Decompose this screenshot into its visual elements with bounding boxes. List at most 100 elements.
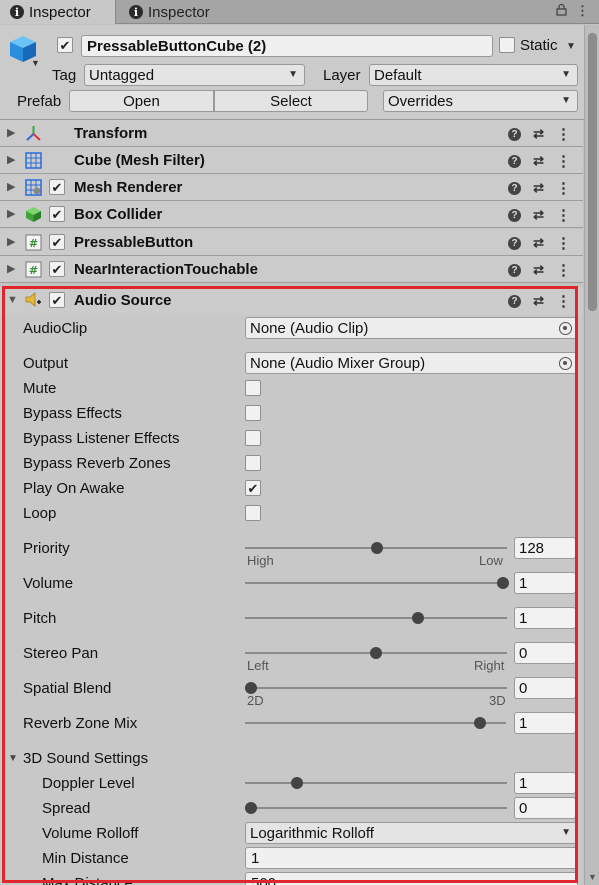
info-icon: i <box>10 5 24 19</box>
lock-icon[interactable] <box>556 3 567 19</box>
spatial-blend-slider[interactable] <box>245 677 507 699</box>
reverb-zone-mix-slider[interactable] <box>245 712 506 734</box>
component-enabled-checkbox[interactable]: ✔ <box>49 179 65 195</box>
component-enabled-checkbox[interactable]: ✔ <box>49 234 65 250</box>
pitch-slider[interactable] <box>245 607 507 629</box>
component-menu-icon[interactable]: ⋮ <box>556 234 571 252</box>
object-picker-icon[interactable] <box>559 357 572 370</box>
foldout-arrow-icon[interactable]: ▶ <box>7 153 15 166</box>
help-icon[interactable]: ? <box>508 294 522 308</box>
tag-label: Tag <box>52 67 77 84</box>
component-menu-icon[interactable]: ⋮ <box>556 179 571 197</box>
volume-slider[interactable] <box>245 572 509 594</box>
spatial-blend-value-field[interactable]: 0 <box>514 677 576 699</box>
static-label: Static <box>520 37 558 54</box>
vertical-scrollbar[interactable]: ▼ <box>584 25 599 885</box>
help-icon[interactable]: ? <box>508 208 522 222</box>
foldout-arrow-icon[interactable]: ▶ <box>7 180 15 193</box>
pitch-value-field[interactable]: 1 <box>514 607 576 629</box>
foldout-arrow-icon[interactable]: ▶ <box>7 126 15 139</box>
reverb-zone-mix-value-field[interactable]: 1 <box>514 712 576 734</box>
help-icon[interactable]: ? <box>508 263 522 277</box>
3d-sound-settings-header[interactable]: 3D Sound Settings <box>23 750 148 767</box>
volume-rolloff-dropdown[interactable]: Logarithmic Rolloff ▼ <box>245 822 578 844</box>
component-box-collider[interactable]: ▶ ✔ Box Collider ? ⇄ ⋮ <box>0 201 583 228</box>
slider-knob[interactable] <box>245 802 257 814</box>
component-enabled-checkbox[interactable]: ✔ <box>49 292 65 308</box>
bypass-effects-checkbox[interactable] <box>245 405 261 421</box>
tab-inspector[interactable]: i Inspector <box>119 0 339 24</box>
component-transform[interactable]: ▶ Transform ? ⇄ ⋮ <box>0 120 583 147</box>
presets-icon[interactable]: ⇄ <box>533 293 544 309</box>
component-menu-icon[interactable]: ⋮ <box>556 206 571 224</box>
bypass-reverb-zones-checkbox[interactable] <box>245 455 261 471</box>
tag-dropdown[interactable]: Untagged ▼ <box>84 64 305 86</box>
spread-value-field[interactable]: 0 <box>514 797 576 819</box>
stereo-pan-slider[interactable] <box>245 642 507 664</box>
component-pressable-button[interactable]: ▶ # ✔ PressableButton ? ⇄ ⋮ <box>0 229 583 256</box>
component-menu-icon[interactable]: ⋮ <box>556 152 571 170</box>
component-audio-source[interactable]: ▼ ✔ Audio Source ? ⇄ ⋮ <box>0 287 583 315</box>
play-on-awake-checkbox[interactable]: ✔ <box>245 480 261 496</box>
stereo-pan-value-field[interactable]: 0 <box>514 642 576 664</box>
spread-slider[interactable] <box>245 797 507 819</box>
help-icon[interactable]: ? <box>508 236 522 250</box>
slider-knob[interactable] <box>473 717 486 729</box>
slider-knob[interactable] <box>497 577 509 589</box>
mute-checkbox[interactable] <box>245 380 261 396</box>
foldout-expanded-icon[interactable]: ▼ <box>7 294 18 306</box>
component-menu-icon[interactable]: ⋮ <box>556 125 571 143</box>
doppler-level-value-field[interactable]: 1 <box>514 772 576 794</box>
gameobject-active-checkbox[interactable]: ✔ <box>57 37 73 53</box>
priority-min-label: High <box>247 553 274 568</box>
foldout-arrow-icon[interactable]: ▶ <box>7 235 15 248</box>
prefab-open-button[interactable]: Open <box>69 90 214 112</box>
priority-slider[interactable] <box>245 537 507 559</box>
scrollbar-thumb[interactable] <box>588 33 597 311</box>
presets-icon[interactable]: ⇄ <box>533 180 544 196</box>
volume-value-field[interactable]: 1 <box>514 572 576 594</box>
doppler-level-slider[interactable] <box>245 772 507 794</box>
foldout-expanded-icon[interactable]: ▼ <box>8 753 18 764</box>
output-field[interactable]: None (Audio Mixer Group) <box>245 352 578 374</box>
icon-dropdown-arrow-icon[interactable]: ▼ <box>31 58 40 68</box>
component-enabled-checkbox[interactable]: ✔ <box>49 206 65 222</box>
presets-icon[interactable]: ⇄ <box>533 262 544 278</box>
tab-menu-icon[interactable]: ⋮ <box>576 3 589 19</box>
tab-inspector-active[interactable]: i Inspector <box>0 0 116 24</box>
static-dropdown-arrow-icon[interactable]: ▼ <box>566 41 576 52</box>
layer-dropdown[interactable]: Default ▼ <box>369 64 578 86</box>
component-enabled-checkbox[interactable]: ✔ <box>49 261 65 277</box>
prefab-select-button[interactable]: Select <box>214 90 368 112</box>
audioclip-field[interactable]: None (Audio Clip) <box>245 317 578 339</box>
slider-knob[interactable] <box>370 647 382 659</box>
foldout-arrow-icon[interactable]: ▶ <box>7 262 15 275</box>
help-icon[interactable]: ? <box>508 181 522 195</box>
priority-value-field[interactable]: 128 <box>514 537 576 559</box>
presets-icon[interactable]: ⇄ <box>533 235 544 251</box>
spatial-blend-min-label: 2D <box>247 693 264 708</box>
help-icon[interactable]: ? <box>508 154 522 168</box>
presets-icon[interactable]: ⇄ <box>533 153 544 169</box>
loop-checkbox[interactable] <box>245 505 261 521</box>
max-distance-field[interactable]: 500 <box>245 872 578 885</box>
slider-knob[interactable] <box>291 777 304 789</box>
bypass-listener-effects-checkbox[interactable] <box>245 430 261 446</box>
component-menu-icon[interactable]: ⋮ <box>556 261 571 279</box>
scroll-down-arrow-icon[interactable]: ▼ <box>588 872 597 882</box>
slider-knob[interactable] <box>411 612 424 624</box>
presets-icon[interactable]: ⇄ <box>533 207 544 223</box>
min-distance-field[interactable]: 1 <box>245 847 578 869</box>
help-icon[interactable]: ? <box>508 127 522 141</box>
foldout-arrow-icon[interactable]: ▶ <box>7 207 15 220</box>
object-picker-icon[interactable] <box>559 322 572 335</box>
component-menu-icon[interactable]: ⋮ <box>556 292 571 310</box>
component-near-interaction-touchable[interactable]: ▶ # ✔ NearInteractionTouchable ? ⇄ ⋮ <box>0 256 583 283</box>
component-mesh-renderer[interactable]: ▶ ✔ Mesh Renderer ? ⇄ ⋮ <box>0 174 583 201</box>
component-mesh-filter[interactable]: ▶ Cube (Mesh Filter) ? ⇄ ⋮ <box>0 147 583 174</box>
slider-knob[interactable] <box>370 542 383 554</box>
presets-icon[interactable]: ⇄ <box>533 126 544 142</box>
gameobject-name-field[interactable]: PressableButtonCube (2) <box>81 35 493 57</box>
static-checkbox[interactable] <box>499 37 515 53</box>
overrides-dropdown[interactable]: Overrides ▼ <box>383 90 578 112</box>
